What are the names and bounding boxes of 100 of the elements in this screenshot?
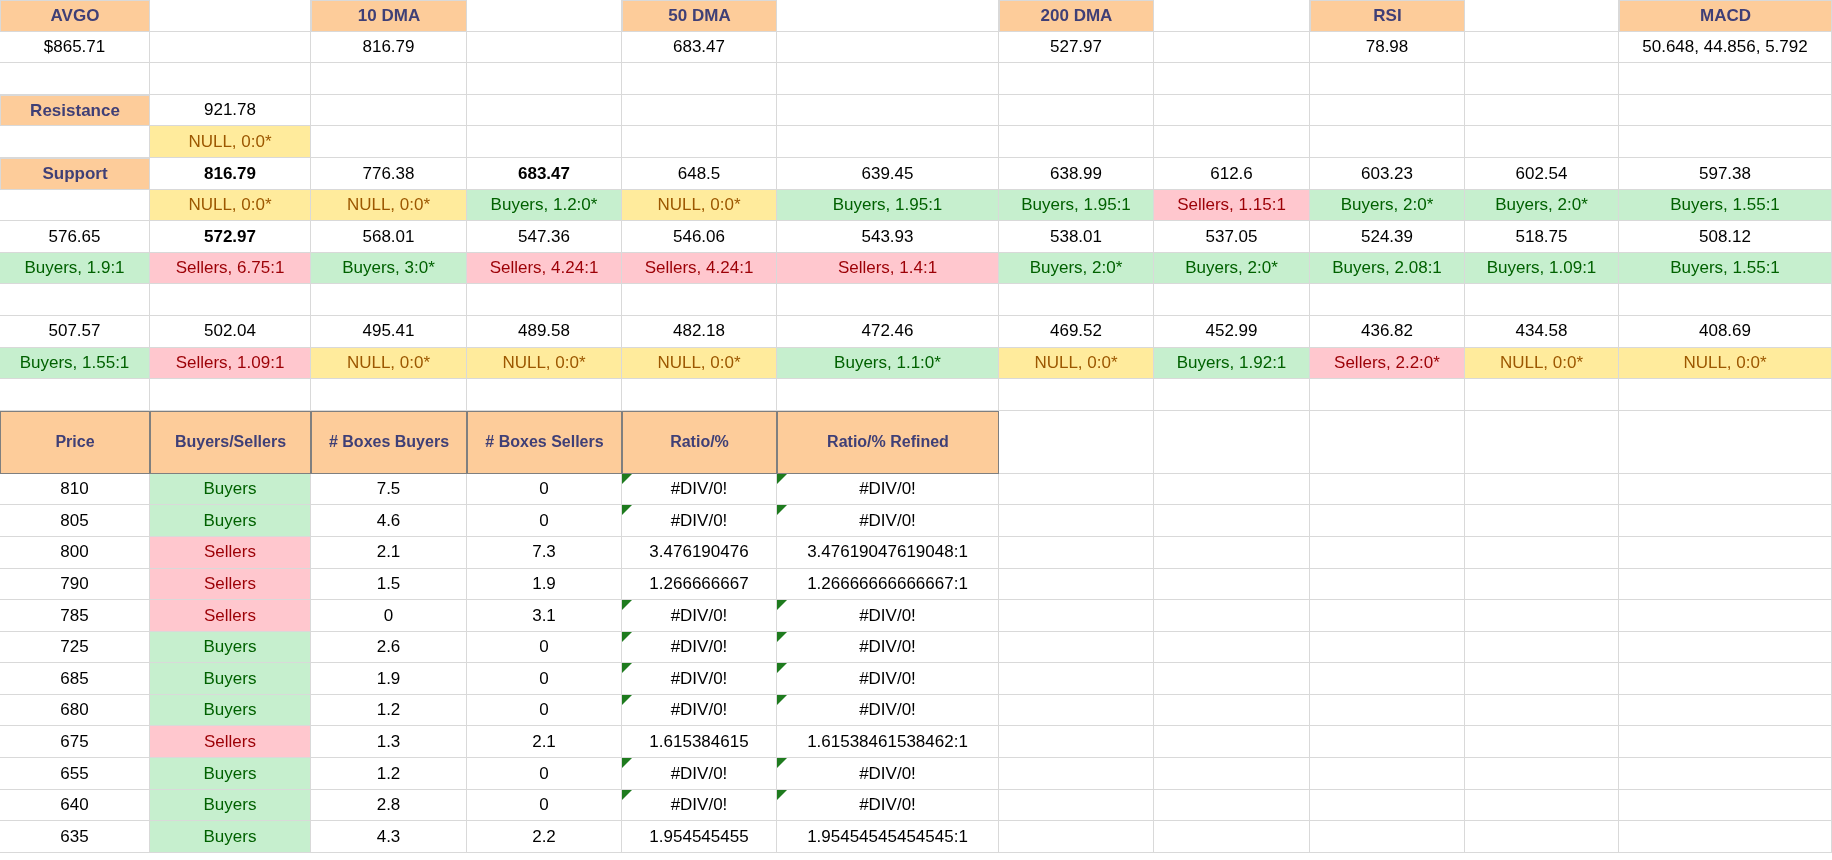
table-cell: #DIV/0! xyxy=(622,663,777,695)
table-cell: #DIV/0! xyxy=(622,694,777,727)
error-flag-icon xyxy=(622,694,632,705)
table-cell: #DIV/0! xyxy=(777,505,999,537)
column-header: Ratio/% xyxy=(622,410,777,474)
table-cell: 1.9 xyxy=(467,568,622,601)
table-cell: 507.57 xyxy=(0,315,150,348)
table-cell: NULL, 0:0* xyxy=(311,189,467,222)
column-header: Price xyxy=(0,410,150,474)
table-cell: 603.23 xyxy=(1310,157,1465,190)
table-cell: 816.79 xyxy=(150,157,311,190)
table-cell: 1.95454545454545:1 xyxy=(777,821,999,853)
table-cell: 1.954545455 xyxy=(622,821,777,853)
table-cell: #DIV/0! xyxy=(777,473,999,506)
table-cell: 469.52 xyxy=(999,315,1154,348)
table-cell: 537.05 xyxy=(1154,221,1310,253)
table-cell: 602.54 xyxy=(1465,157,1619,190)
table-cell: Buyers xyxy=(150,631,311,664)
table-cell: Sellers xyxy=(150,568,311,601)
table-cell: Buyers, 2:0* xyxy=(999,252,1154,285)
table-cell: #DIV/0! xyxy=(622,758,777,790)
table-cell: 452.99 xyxy=(1154,315,1310,348)
table-cell: 527.97 xyxy=(999,31,1154,64)
table-cell: 1.2 xyxy=(311,758,467,790)
table-cell: Buyers xyxy=(150,663,311,695)
table-cell: #DIV/0! xyxy=(622,473,777,506)
error-flag-icon xyxy=(777,473,787,484)
table-cell: Buyers xyxy=(150,473,311,506)
table-cell: 502.04 xyxy=(150,315,311,348)
table-cell: Sellers xyxy=(150,600,311,632)
table-cell: #DIV/0! xyxy=(777,600,999,632)
table-cell: Buyers xyxy=(150,758,311,790)
table-cell: 1.26666666666667:1 xyxy=(777,568,999,601)
table-cell: #DIV/0! xyxy=(622,505,777,537)
table-cell: Sellers xyxy=(150,726,311,759)
table-cell: 3.476190476 xyxy=(622,536,777,569)
column-header: 200 DMA xyxy=(999,0,1154,32)
table-cell: Buyers, 2.08:1 xyxy=(1310,252,1465,285)
table-cell: $865.71 xyxy=(0,31,150,64)
table-cell: 1.9 xyxy=(311,663,467,695)
table-cell: 3.47619047619048:1 xyxy=(777,536,999,569)
table-cell: 683.47 xyxy=(467,157,622,190)
column-header: 50 DMA xyxy=(622,0,777,32)
table-cell: Sellers xyxy=(150,536,311,569)
table-cell: 482.18 xyxy=(622,315,777,348)
table-cell: 2.6 xyxy=(311,631,467,664)
table-cell: Buyers, 2:0* xyxy=(1310,189,1465,222)
column-header: Resistance xyxy=(0,94,150,127)
table-cell: 648.5 xyxy=(622,157,777,190)
table-cell: 0 xyxy=(467,505,622,537)
table-cell: 78.98 xyxy=(1310,31,1465,64)
table-cell: #DIV/0! xyxy=(777,694,999,727)
table-cell: Buyers, 1.55:1 xyxy=(0,347,150,380)
table-cell: #DIV/0! xyxy=(777,789,999,822)
table-cell: 0 xyxy=(467,758,622,790)
table-cell: Sellers, 1.4:1 xyxy=(777,252,999,285)
table-cell: 1.61538461538462:1 xyxy=(777,726,999,759)
error-flag-icon xyxy=(777,789,787,800)
table-cell: 683.47 xyxy=(622,31,777,64)
table-cell: 495.41 xyxy=(311,315,467,348)
table-cell: 2.1 xyxy=(467,726,622,759)
error-flag-icon xyxy=(622,789,632,800)
table-cell: 0 xyxy=(311,600,467,632)
table-cell: 0 xyxy=(467,789,622,822)
table-cell: Buyers xyxy=(150,505,311,537)
table-cell: NULL, 0:0* xyxy=(150,126,311,158)
error-flag-icon xyxy=(622,600,632,611)
table-cell: 472.46 xyxy=(777,315,999,348)
table-cell: 1.3 xyxy=(311,726,467,759)
column-header: Buyers/Sellers xyxy=(150,410,311,474)
table-cell: 434.58 xyxy=(1465,315,1619,348)
column-header: # Boxes Sellers xyxy=(467,410,622,474)
table-cell: Buyers xyxy=(150,789,311,822)
table-cell: NULL, 0:0* xyxy=(1619,347,1832,380)
table-cell: 0 xyxy=(467,694,622,727)
error-flag-icon xyxy=(777,694,787,705)
error-flag-icon xyxy=(622,631,632,642)
table-cell: Sellers, 2.2:0* xyxy=(1310,347,1465,380)
error-flag-icon xyxy=(777,663,787,674)
error-flag-icon xyxy=(622,663,632,674)
table-cell: 1.2 xyxy=(311,694,467,727)
table-cell: Buyers, 1.95:1 xyxy=(999,189,1154,222)
table-cell: Buyers, 3:0* xyxy=(311,252,467,285)
table-cell: 597.38 xyxy=(1619,157,1832,190)
table-cell: 2.8 xyxy=(311,789,467,822)
error-flag-icon xyxy=(777,631,787,642)
table-cell: 489.58 xyxy=(467,315,622,348)
table-cell: NULL, 0:0* xyxy=(311,347,467,380)
error-flag-icon xyxy=(777,758,787,769)
column-header: Support xyxy=(0,157,150,190)
column-header: Ratio/% Refined xyxy=(777,410,999,474)
error-flag-icon xyxy=(622,505,632,516)
error-flag-icon xyxy=(622,473,632,484)
table-cell: 508.12 xyxy=(1619,221,1832,253)
table-cell: 0 xyxy=(467,473,622,506)
table-cell: #DIV/0! xyxy=(777,631,999,664)
error-flag-icon xyxy=(777,505,787,516)
table-cell: Buyers, 2:0* xyxy=(1154,252,1310,285)
table-cell: Sellers, 4.24:1 xyxy=(467,252,622,285)
table-cell: 572.97 xyxy=(150,221,311,253)
